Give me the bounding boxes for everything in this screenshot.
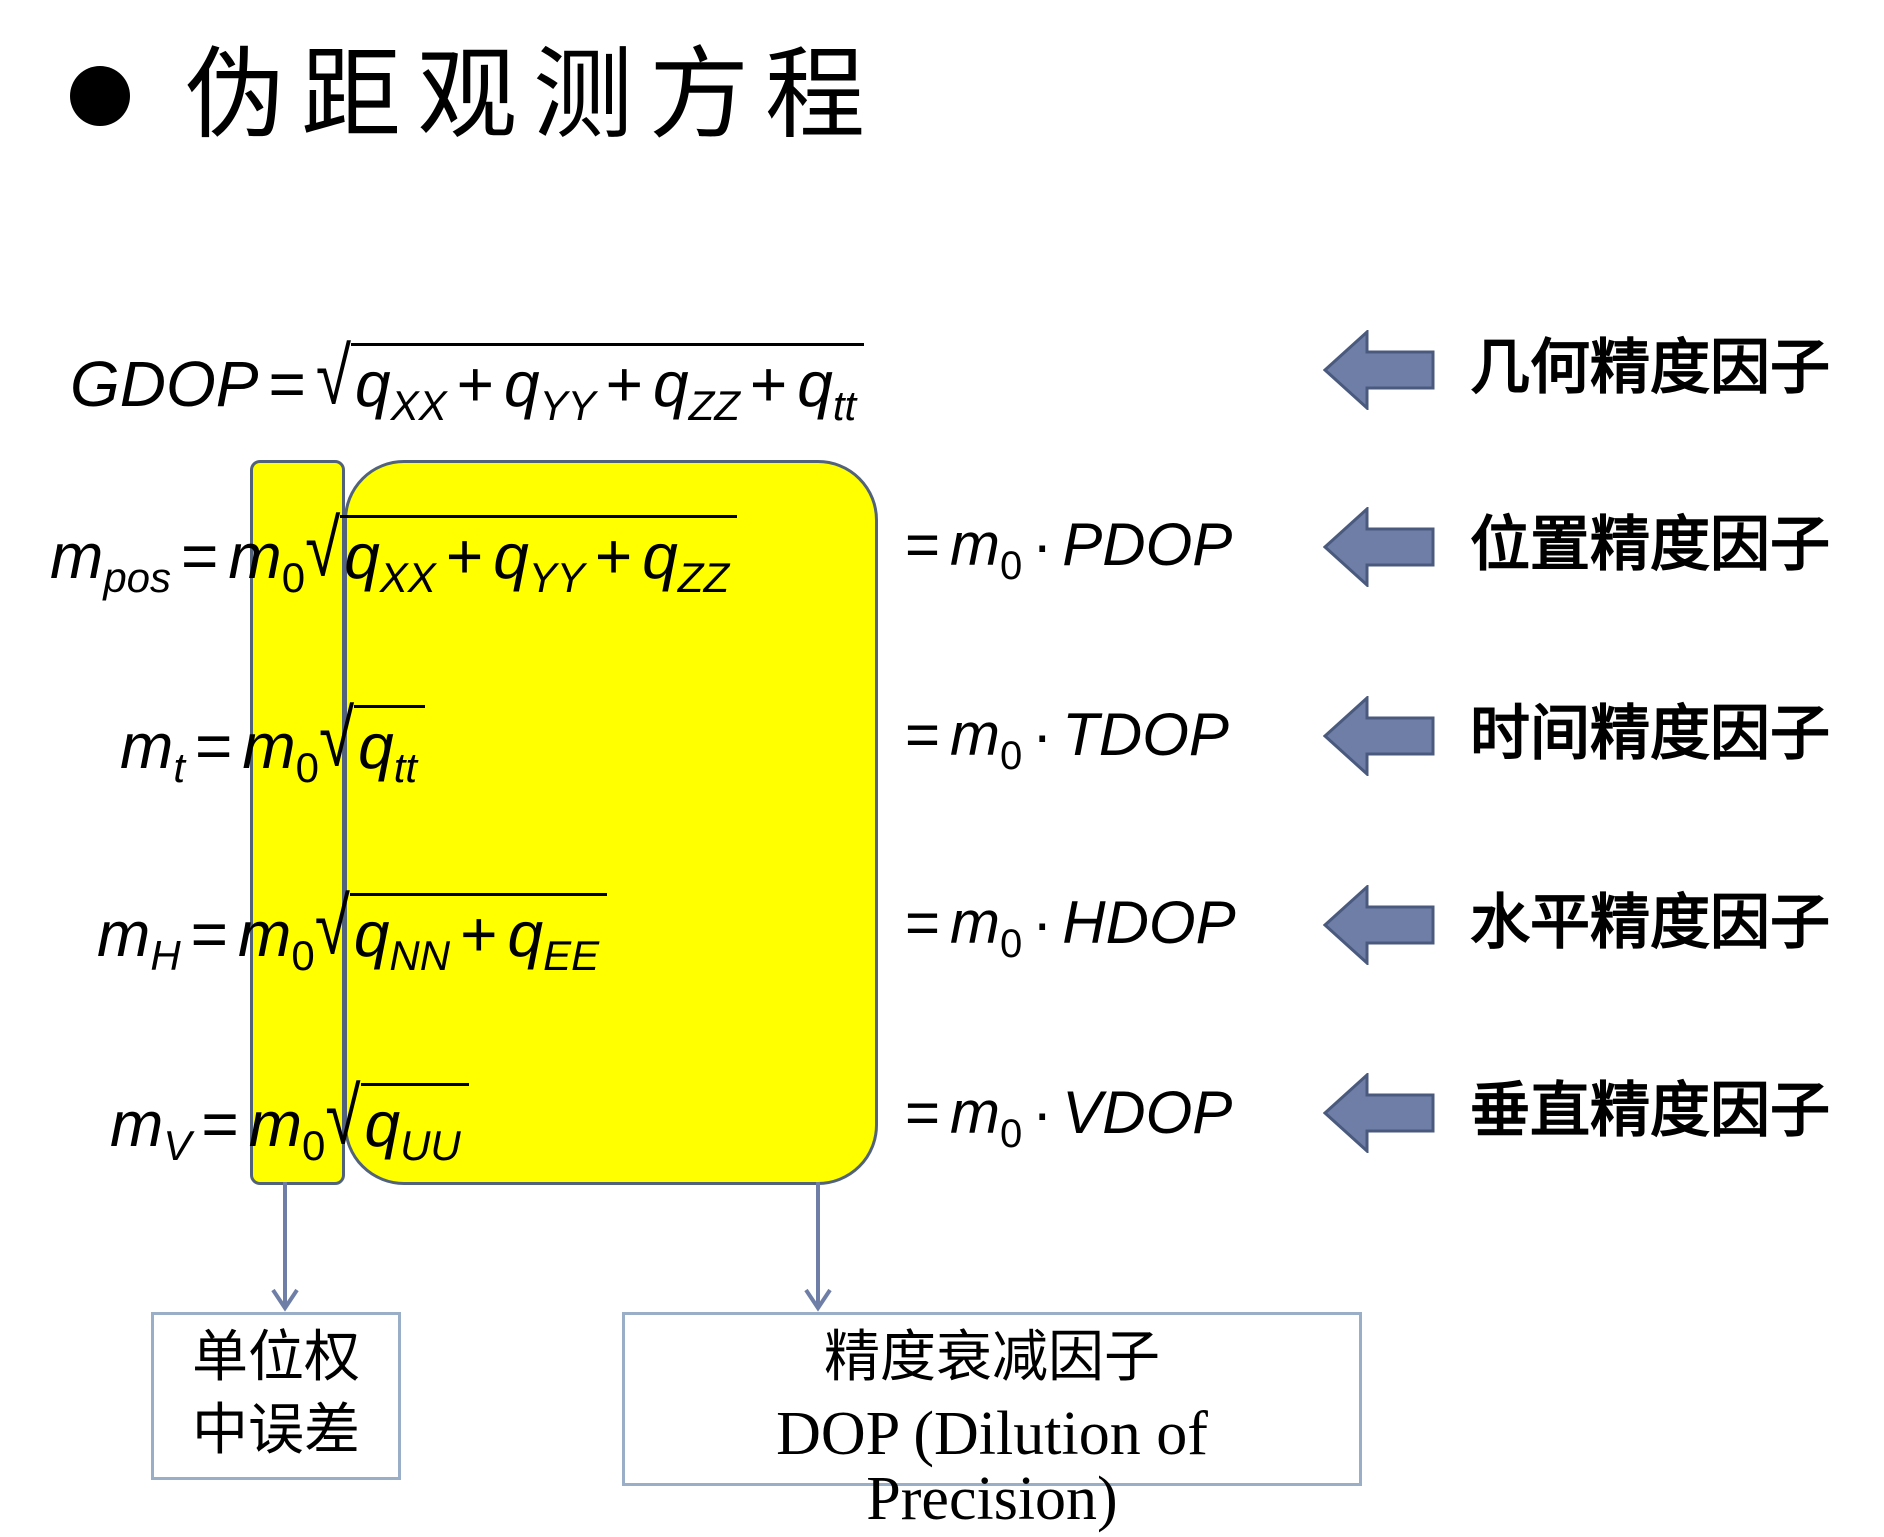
label-pdop: 位置精度因子	[1470, 510, 1830, 580]
equation-v: mV = m0√qUU	[110, 1076, 469, 1167]
dop-cn-label: 精度衰减因子	[824, 1325, 1160, 1390]
dop-en-label: DOP (Dilution of Precision)	[776, 1400, 1208, 1534]
equation-v-rhs: = m0 · VDOP	[905, 1079, 1233, 1156]
label-gdop: 几何精度因子	[1470, 333, 1830, 403]
page-title: 伪距观测方程	[185, 36, 881, 153]
arrow-left-icon	[1323, 507, 1435, 587]
equation-pos-rhs: = m0 · PDOP	[905, 511, 1233, 588]
equation-t: mt = m0√qtt	[120, 698, 426, 789]
arrow-left-icon	[1323, 330, 1435, 410]
label-vdop: 垂直精度因子	[1470, 1076, 1830, 1146]
equation-gdop: GDOP = √qXX + qYY + qZZ + qtt	[70, 336, 865, 427]
connector-arrow-icon	[804, 1182, 832, 1312]
label-hdop: 水平精度因子	[1470, 888, 1830, 958]
gdop-lhs: GDOP	[70, 348, 259, 420]
arrow-left-icon	[1323, 696, 1435, 776]
equation-t-rhs: = m0 · TDOP	[905, 701, 1229, 778]
label-tdop: 时间精度因子	[1470, 699, 1830, 769]
arrow-left-icon	[1323, 885, 1435, 965]
unit-weight-error-label: 单位权 中误差	[192, 1325, 360, 1463]
connector-arrow-icon	[271, 1182, 299, 1312]
bullet-icon	[70, 66, 130, 126]
arrow-left-icon	[1323, 1073, 1435, 1153]
equation-pos: mpos = m0√qXX + qYY + qZZ	[50, 508, 738, 599]
equation-h-rhs: = m0 · HDOP	[905, 889, 1236, 966]
equation-h: mH = m0√qNN + qEE	[97, 886, 608, 977]
